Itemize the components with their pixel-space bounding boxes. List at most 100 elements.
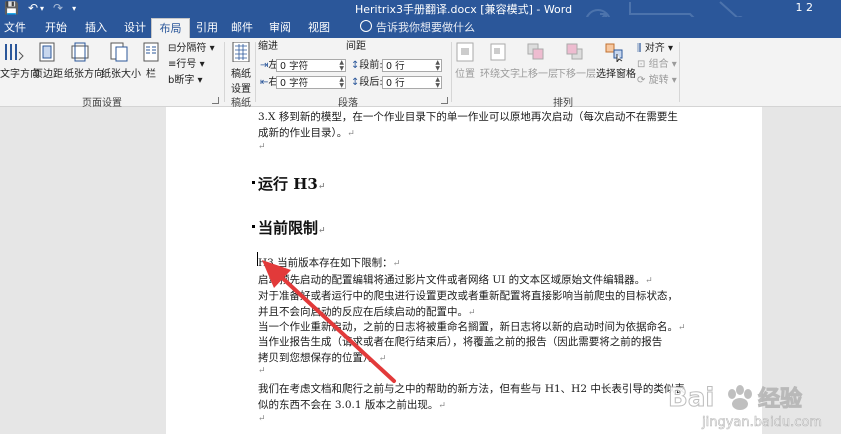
bring-forward-icon xyxy=(527,43,544,60)
space-after-label: ↕段后: xyxy=(351,77,383,89)
breaks-label: 分隔符 xyxy=(176,43,207,54)
undo-icon[interactable]: ↶ xyxy=(28,0,38,17)
spinner-arrows-icon[interactable]: ▲ ▼ xyxy=(339,77,344,89)
indent-title: 缩进 xyxy=(258,41,278,52)
space-before-text: 段前: xyxy=(359,60,383,71)
wrap-text-button[interactable]: 环绕文字 xyxy=(480,42,520,80)
draft-label-1: 稿纸 xyxy=(231,69,251,80)
paragraph-launcher-icon[interactable] xyxy=(441,97,448,104)
paragraph-mark: ↵ xyxy=(258,414,266,424)
tab-review[interactable]: 审阅 xyxy=(263,17,297,38)
tab-mailings[interactable]: 邮件 xyxy=(226,17,258,38)
draft-settings-button[interactable]: 稿纸 设置 xyxy=(228,42,254,95)
group-separator xyxy=(224,42,225,102)
text-direction-button[interactable]: 文字方向 xyxy=(0,42,40,80)
selection-pane-button[interactable]: 选择窗格 xyxy=(596,42,636,80)
redo-icon[interactable]: ↷ xyxy=(53,0,63,17)
tell-me-search[interactable]: 告诉我你想要做什么 xyxy=(360,17,475,38)
breaks-button[interactable]: ⊟分隔符 ▾ xyxy=(168,43,215,55)
orientation-button[interactable]: 纸张方向 xyxy=(64,42,104,80)
tab-view[interactable]: 视图 xyxy=(302,17,336,38)
line-numbers-button[interactable]: ≡行号 ▾ xyxy=(168,59,205,71)
position-label: 位置 xyxy=(455,69,475,80)
spinner-arrows-icon[interactable]: ▲ ▼ xyxy=(339,60,344,72)
space-before-label: ↕段前: xyxy=(351,60,383,72)
baidu-watermark-icon: Bai 经验 jingyan.baidu.com xyxy=(668,383,823,431)
send-backward-label: 下移一层 xyxy=(556,69,596,80)
columns-icon xyxy=(143,42,159,62)
bring-forward-label: 上移一层 xyxy=(518,69,558,80)
word-window: 💾 ↶ ▾ ↷ ▾ Heritrix3手册翻译.docx [兼容模式] - Wo… xyxy=(0,0,841,434)
space-before-input[interactable]: 0 行 ▲ ▼ xyxy=(382,59,442,72)
paragraph-mark: ↵ xyxy=(258,142,266,152)
watermark-brand-suffix: 经验 xyxy=(758,386,802,412)
save-icon[interactable]: 💾 xyxy=(4,0,19,17)
space-after-value: 0 行 xyxy=(386,78,405,89)
tab-home[interactable]: 开始 xyxy=(39,17,73,38)
tell-me-text: 告诉我你想要做什么 xyxy=(376,21,475,34)
indent-left-value: 0 字符 xyxy=(280,61,309,72)
title-right-text: 1 2 xyxy=(795,1,814,14)
draft-paper-icon xyxy=(232,42,250,62)
group-objects-button[interactable]: ⊡ 组合 ▾ xyxy=(637,59,677,71)
hyphenation-label: 断字 xyxy=(174,75,195,86)
text-line: 对于准备好或者运行中的爬虫进行设置更改或者重新配置将直接影响当前爬虫的目标状态， xyxy=(258,290,678,302)
align-label: 对齐 xyxy=(644,43,665,54)
hyphenation-button[interactable]: b断字 ▾ xyxy=(168,75,203,87)
window-title: Heritrix3手册翻译.docx [兼容模式] - Word xyxy=(355,3,573,16)
margins-label: 页边距 xyxy=(33,69,63,80)
spacing-title: 间距 xyxy=(346,41,366,52)
line-numbers-label: 行号 xyxy=(176,59,197,70)
heading-run-h3: 运行 H3↵ xyxy=(258,175,326,193)
tab-layout[interactable]: 布局 xyxy=(151,18,190,39)
margins-button[interactable]: 页边距 xyxy=(33,42,63,80)
send-backward-button[interactable]: 下移一层 xyxy=(556,42,596,80)
paragraph-mark: ↵ xyxy=(258,366,266,376)
wrap-text-label: 环绕文字 xyxy=(480,69,520,80)
rotate-label: 旋转 xyxy=(648,75,669,86)
orientation-label: 纸张方向 xyxy=(64,69,104,80)
wrap-text-icon xyxy=(490,43,506,61)
space-after-input[interactable]: 0 行 ▲ ▼ xyxy=(382,76,442,89)
align-button[interactable]: ⫼ 对齐 ▾ xyxy=(637,43,673,55)
watermark-url: jingyan.baidu.com xyxy=(701,415,822,430)
page-setup-launcher-icon[interactable] xyxy=(212,97,219,104)
rotate-icon: ⟳ xyxy=(637,75,646,86)
spinner-arrows-icon[interactable]: ▲ ▼ xyxy=(435,60,440,72)
text-line: 并且不会向启动的反应在后续启动的配置中。↵ xyxy=(258,306,476,318)
space-after-text: 段后: xyxy=(359,77,383,88)
space-before-value: 0 行 xyxy=(386,61,405,72)
text-line: 成新的作业目录）。↵ xyxy=(258,127,355,139)
position-button[interactable]: 位置 xyxy=(452,42,478,80)
bring-forward-button[interactable]: 上移一层 xyxy=(518,42,558,80)
list-bullet xyxy=(252,181,255,184)
lightbulb-icon xyxy=(360,20,372,32)
qat-customize-icon[interactable]: ▾ xyxy=(72,0,76,17)
watermark-brand: Bai xyxy=(668,383,714,413)
text-line: 我们在考虑文档和爬行之前与之中的帮助的新方法，但有些与 H1、H2 中长表引导的… xyxy=(258,383,685,395)
list-bullet xyxy=(252,225,255,228)
tab-file[interactable]: 文件 xyxy=(0,17,30,38)
text-line: 启动预先启动的配置编辑将通过影片文件或者网络 UI 的文本区域原始文件编辑器。↵ xyxy=(258,274,653,286)
indent-left-input[interactable]: 0 字符 ▲ ▼ xyxy=(276,59,346,72)
rotate-button[interactable]: ⟳ 旋转 ▾ xyxy=(637,75,677,87)
text-line: 似的东西不会在 3.0.1 版本之前出现。↵ xyxy=(258,399,446,411)
spinner-arrows-icon[interactable]: ▲ ▼ xyxy=(435,77,440,89)
undo-dropdown-icon[interactable]: ▾ xyxy=(40,0,44,17)
send-backward-icon xyxy=(566,43,583,60)
align-icon: ⫼ xyxy=(637,43,642,54)
orientation-icon xyxy=(71,42,89,62)
group-label: 组合 xyxy=(648,59,669,70)
tab-design[interactable]: 设计 xyxy=(118,17,152,38)
text-line: 当一个作业重新启动，之前的日志将被重命名搁置，新日志将以新的启动时间为依据命名。… xyxy=(258,321,686,333)
size-button[interactable]: 纸张大小 xyxy=(101,42,141,80)
tab-insert[interactable]: 插入 xyxy=(79,17,113,38)
text-line: 当作业报告生成（请求或者在爬行结束后），将覆盖之前的报告（因此需要将之前的报告 xyxy=(258,336,663,348)
indent-right-input[interactable]: 0 字符 ▲ ▼ xyxy=(276,76,346,89)
columns-button[interactable]: 栏 xyxy=(143,42,159,80)
group-separator xyxy=(679,42,680,102)
group-icon: ⊡ xyxy=(637,59,646,70)
tab-references[interactable]: 引用 xyxy=(192,17,222,38)
text-line: H3 当前版本存在如下限制：↵ xyxy=(258,257,401,269)
text-line: 3.X 移到新的模型，在一个作业目录下的单一作业可以原地再次启动（每次启动不在需… xyxy=(258,111,678,123)
